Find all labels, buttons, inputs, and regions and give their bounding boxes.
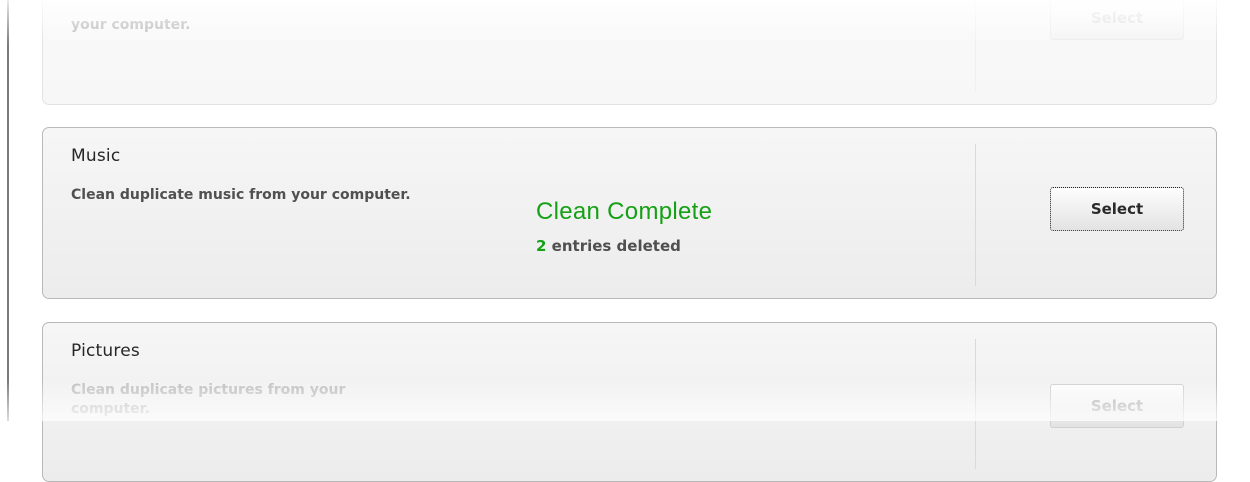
clean-status-title: Clean Complete (536, 198, 713, 225)
deleted-entries-count: 2 (536, 237, 547, 255)
category-description: Clean duplicate pictures from your compu… (71, 382, 346, 417)
card-divider (975, 0, 976, 92)
select-button-previous[interactable]: Select (1050, 0, 1184, 40)
category-card-previous: your computer. Select (42, 0, 1217, 105)
card-divider (975, 144, 976, 286)
select-button-pictures[interactable]: Select (1050, 384, 1184, 428)
category-card-music: Music Clean duplicate music from your co… (42, 127, 1217, 299)
category-description: Clean duplicate music from your computer… (71, 187, 411, 203)
category-title: Music (71, 146, 121, 166)
select-button-music[interactable]: Select (1050, 187, 1184, 231)
deleted-entries-label: entries deleted (551, 237, 681, 255)
card-divider (975, 339, 976, 469)
clean-status-detail: 2 entries deleted (536, 237, 681, 255)
window-left-edge (7, 0, 9, 421)
category-description: your computer. (71, 17, 191, 33)
category-card-pictures: Pictures Clean duplicate pictures from y… (42, 322, 1217, 482)
category-title: Pictures (71, 341, 140, 361)
